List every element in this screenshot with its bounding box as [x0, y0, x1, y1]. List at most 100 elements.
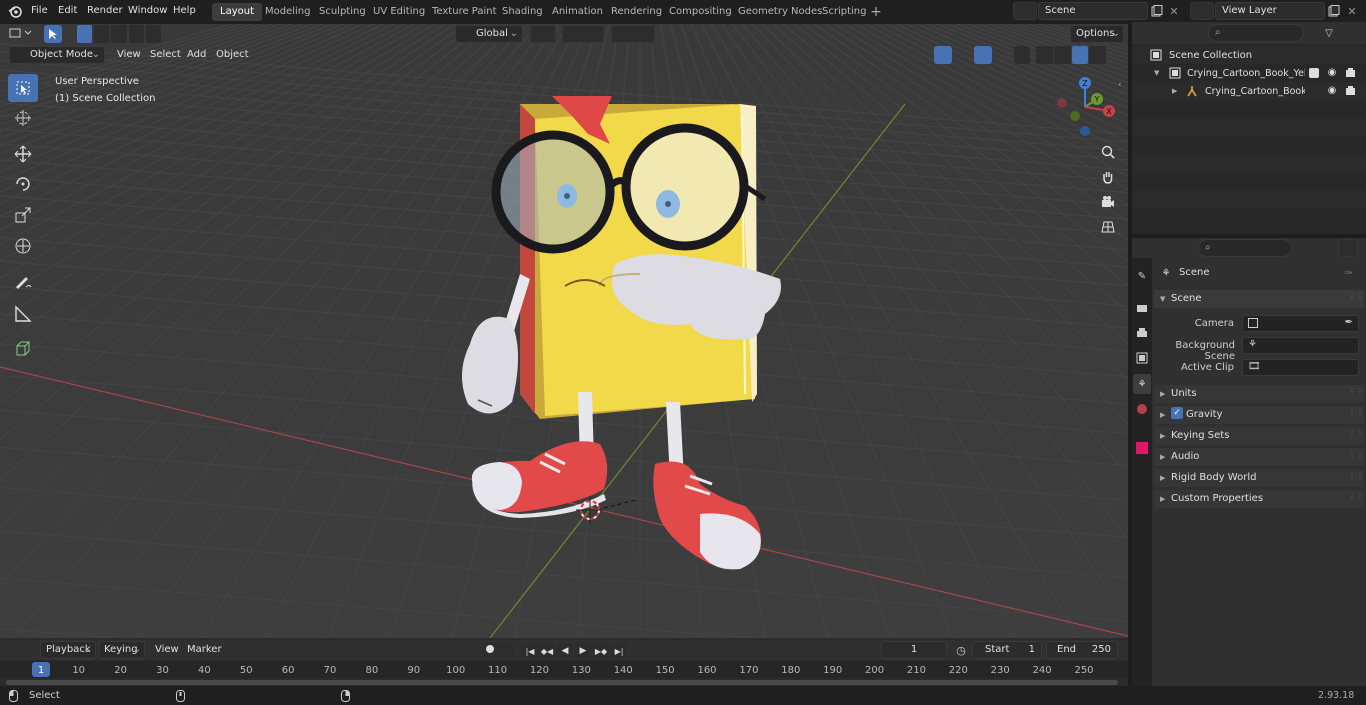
cursor-tool[interactable]: [8, 104, 38, 132]
camera-view-icon[interactable]: [1098, 192, 1118, 212]
box-select-modes[interactable]: [77, 25, 162, 43]
mode-dropdown[interactable]: Object Mode ⌄: [9, 46, 105, 64]
tab-shading[interactable]: Shading: [494, 3, 551, 21]
new-view-layer-icon[interactable]: [1327, 4, 1341, 18]
menu-select[interactable]: Select: [145, 46, 186, 64]
view-layer-tab-icon[interactable]: [1134, 350, 1150, 366]
outliner-item-label[interactable]: Crying_Cartoon_Book_Yellow: [1187, 68, 1305, 79]
add-cube-tool[interactable]: [8, 335, 38, 363]
outliner-search-input[interactable]: ⌕: [1208, 24, 1304, 42]
scene-field[interactable]: Scene: [1038, 2, 1148, 20]
collection-checkbox[interactable]: [1309, 68, 1319, 78]
menu-render[interactable]: Render: [84, 0, 126, 22]
selection-mode-group[interactable]: [44, 25, 62, 43]
scale-tool[interactable]: [8, 201, 38, 229]
menu-add[interactable]: Add: [182, 46, 211, 64]
collapse-scene-icon[interactable]: ▼: [1160, 295, 1165, 303]
xray-toggle-button[interactable]: [1014, 46, 1030, 64]
add-workspace-icon[interactable]: +: [869, 4, 883, 20]
current-frame-field[interactable]: 1: [881, 641, 947, 659]
outliner-root-label[interactable]: Scene Collection: [1169, 50, 1252, 61]
menu-view[interactable]: View: [112, 46, 146, 64]
outliner-item-label[interactable]: Crying_Cartoon_Book_Ye: [1205, 86, 1305, 97]
options-dropdown[interactable]: Options ⌄: [1070, 25, 1124, 43]
outliner-editor-type-button[interactable]: [1138, 24, 1166, 42]
menu-window[interactable]: Window: [125, 0, 170, 22]
render-camera-icon[interactable]: [1344, 84, 1356, 96]
menu-edit[interactable]: Edit: [55, 0, 80, 22]
start-frame-field[interactable]: Start 1: [972, 641, 1042, 659]
tab-compositing[interactable]: Compositing: [661, 3, 740, 21]
transform-orientation-dropdown[interactable]: Global ⌄: [455, 25, 523, 43]
tab-animation[interactable]: Animation: [544, 3, 611, 21]
gizmo-toggle-button[interactable]: [934, 46, 952, 64]
next-keyframe-button[interactable]: ▶◆: [593, 643, 609, 659]
timeline-menu-view[interactable]: View: [150, 641, 184, 659]
pin-icon[interactable]: ✑: [1342, 266, 1356, 280]
cartoon-book-model[interactable]: [0, 24, 1128, 638]
tool-tab-icon[interactable]: ✎: [1134, 268, 1150, 284]
pan-hand-icon[interactable]: [1098, 167, 1118, 187]
annotate-tool[interactable]: [8, 268, 38, 296]
scene-type-button[interactable]: [1013, 2, 1037, 20]
jump-start-button[interactable]: |◀: [522, 643, 538, 659]
output-tab-icon[interactable]: [1134, 325, 1150, 341]
render-camera-icon[interactable]: [1344, 66, 1356, 78]
expand-collection-icon[interactable]: ▼: [1154, 69, 1159, 77]
properties-options-button[interactable]: [1338, 239, 1358, 257]
expand-object-icon[interactable]: ▶: [1172, 87, 1177, 95]
view-layer-type-button[interactable]: [1190, 2, 1214, 20]
properties-search-input[interactable]: ⌕: [1198, 239, 1292, 257]
tab-uv-editing[interactable]: UV Editing: [365, 3, 433, 21]
world-tab-icon[interactable]: [1134, 401, 1150, 417]
autokey-button[interactable]: [482, 642, 514, 658]
menu-object[interactable]: Object: [211, 46, 254, 64]
close-scene-icon[interactable]: ✕: [1168, 4, 1180, 18]
tab-modeling[interactable]: Modeling: [257, 3, 319, 21]
outliner-display-mode-button[interactable]: [1172, 24, 1200, 42]
proportional-edit-button[interactable]: [611, 25, 655, 43]
close-view-layer-icon[interactable]: ✕: [1346, 4, 1358, 18]
editor-type-button[interactable]: [8, 26, 36, 42]
preview-range-clock-icon[interactable]: ◷: [954, 642, 968, 658]
timeline-scrollbar[interactable]: [6, 680, 1118, 685]
visibility-eye-icon[interactable]: ◉: [1326, 66, 1338, 78]
play-button[interactable]: ▶: [575, 643, 591, 659]
sidebar-toggle-icon[interactable]: ‹: [1118, 80, 1122, 90]
jump-end-button[interactable]: ▶|: [611, 643, 627, 659]
move-tool[interactable]: [8, 140, 38, 168]
texture-tab-icon[interactable]: [1134, 440, 1150, 456]
end-frame-field[interactable]: End 250: [1046, 641, 1118, 659]
tab-layout[interactable]: Layout: [212, 3, 262, 21]
play-reverse-button[interactable]: ◀: [557, 643, 573, 659]
perspective-toggle-icon[interactable]: [1098, 217, 1118, 237]
render-tab-icon[interactable]: [1134, 300, 1150, 316]
tab-scripting[interactable]: Scripting: [814, 3, 874, 21]
view-layer-field[interactable]: View Layer: [1215, 2, 1325, 20]
camera-field[interactable]: ✒: [1242, 315, 1359, 332]
tab-texture-paint[interactable]: Texture Paint: [424, 3, 505, 21]
gravity-checkbox[interactable]: ✓: [1171, 407, 1183, 419]
object-visibility-button[interactable]: [902, 46, 930, 64]
zoom-icon[interactable]: [1098, 142, 1118, 162]
select-tool[interactable]: [8, 74, 38, 102]
pivot-point-button[interactable]: [530, 25, 556, 43]
playback-dropdown[interactable]: Playback ⌄: [40, 641, 96, 659]
timeline-editor-type-button[interactable]: [8, 641, 34, 659]
visibility-eye-icon[interactable]: ◉: [1326, 84, 1338, 96]
transform-tool[interactable]: [8, 232, 38, 260]
shading-modes[interactable]: [1036, 46, 1106, 64]
properties-editor-type-button[interactable]: [1138, 239, 1166, 257]
background-scene-field[interactable]: ⚘: [1242, 337, 1359, 354]
measure-tool[interactable]: [8, 300, 38, 328]
prev-keyframe-button[interactable]: ◆◀: [539, 643, 555, 659]
keying-dropdown[interactable]: Keying ⌄: [99, 641, 145, 659]
blender-logo-icon[interactable]: [8, 4, 22, 18]
viewport-3d[interactable]: [0, 24, 1128, 638]
menu-file[interactable]: File: [28, 0, 51, 22]
navigation-gizmo[interactable]: Z Y X: [1052, 74, 1122, 144]
overlay-toggle-button[interactable]: [974, 46, 992, 64]
scene-tab-icon[interactable]: ⚘: [1133, 374, 1151, 394]
active-clip-field[interactable]: 🎞: [1242, 359, 1359, 376]
new-scene-icon[interactable]: [1150, 4, 1164, 18]
